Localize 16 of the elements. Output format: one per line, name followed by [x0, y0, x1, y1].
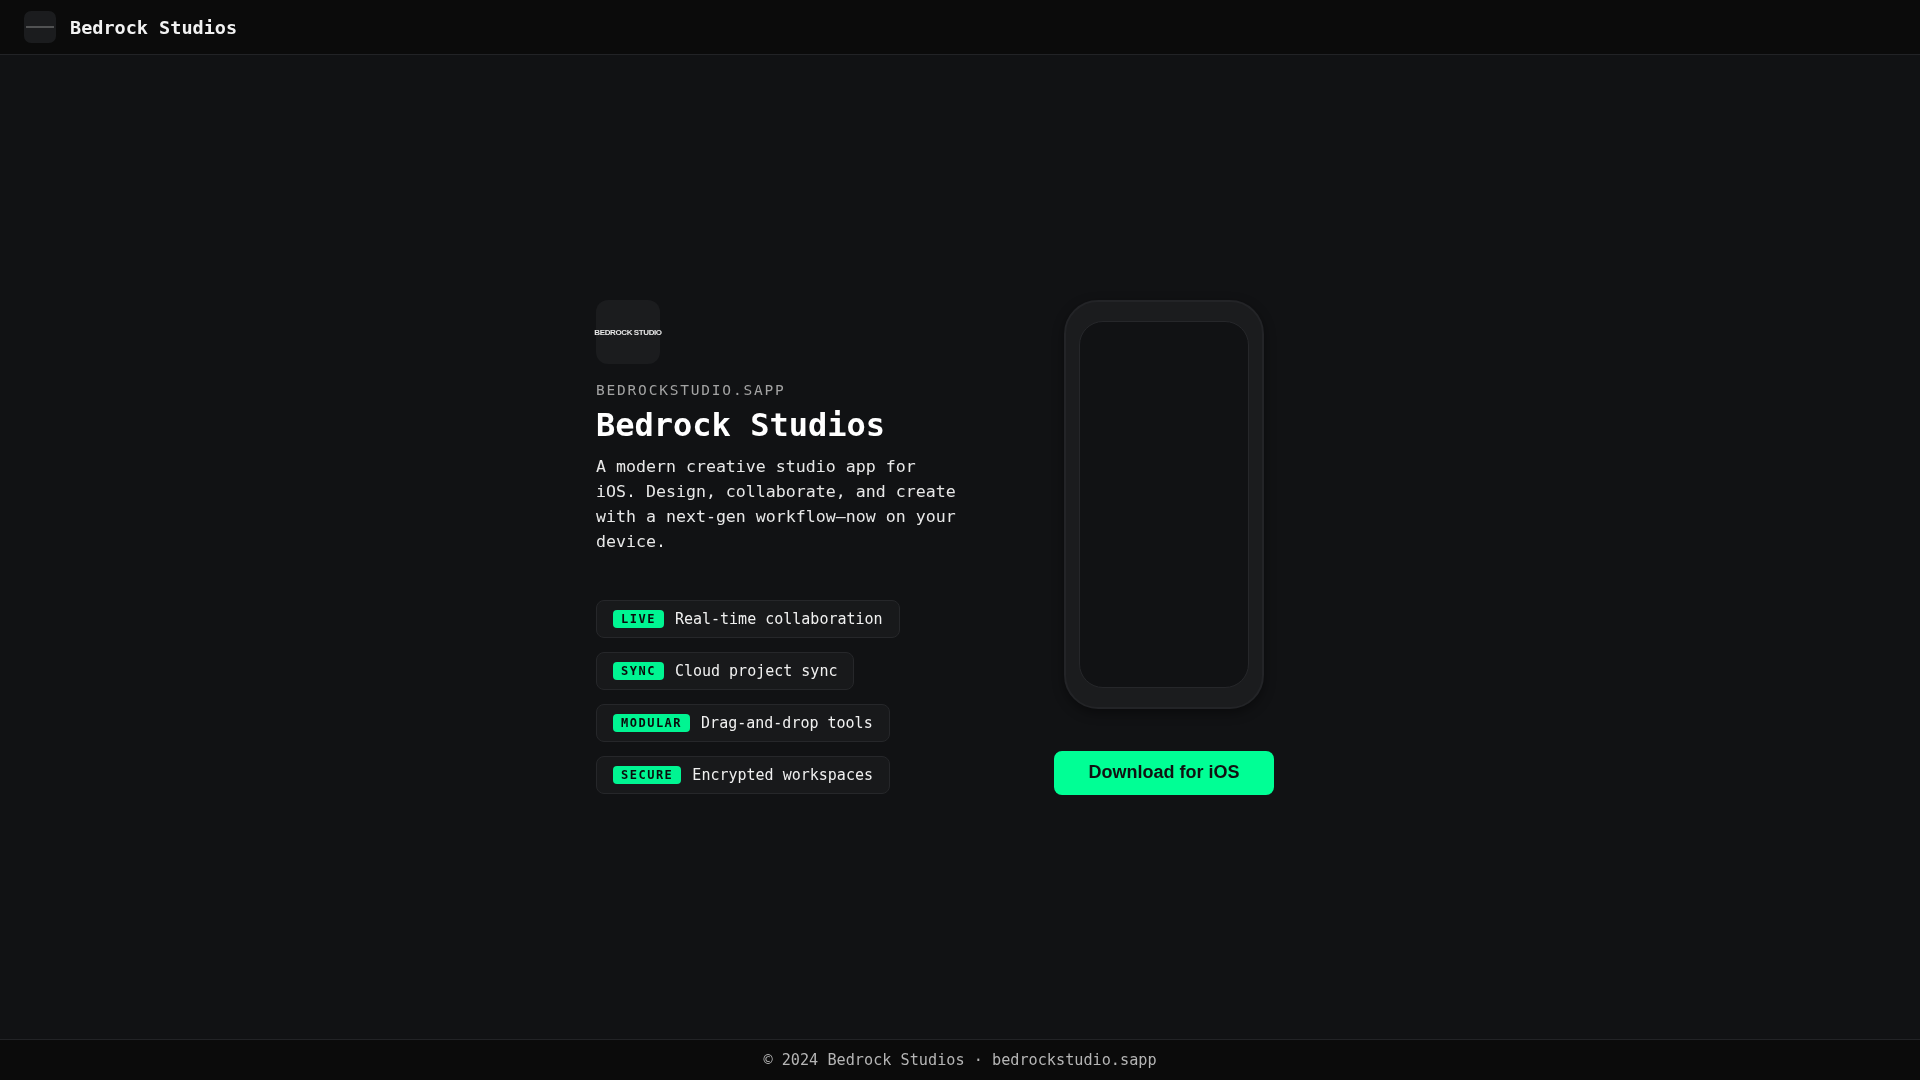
app-logo-icon: [24, 11, 56, 43]
domain-label: BEDROCKSTUDIO.SAPP: [596, 382, 786, 398]
app-logo: BEDROCK STUDIO: [596, 300, 660, 364]
feature-label: Drag-and-drop tools: [701, 714, 873, 732]
feature-tag: MODULAR: [613, 714, 691, 732]
app-title: Bedrock Studios: [596, 406, 885, 444]
footer-text: © 2024 Bedrock Studios · bedrockstudio.sapp: [763, 1051, 1157, 1069]
download-button[interactable]: Download for iOS: [1054, 750, 1274, 795]
site-title: Bedrock Studios: [70, 16, 238, 38]
feature-tag: SYNC: [613, 662, 664, 680]
feature-tag: LIVE: [613, 610, 664, 628]
feature-label: Real-time collaboration: [674, 610, 883, 628]
app-description: A modern creative studio app for iOS. Design, collaborate, and create with a next-gen workflow—now on your device.: [596, 456, 957, 553]
feature-label: Cloud project sync: [674, 662, 838, 680]
feature-label: Encrypted workspaces: [692, 766, 873, 784]
feature-tag: SECURE: [613, 766, 682, 784]
